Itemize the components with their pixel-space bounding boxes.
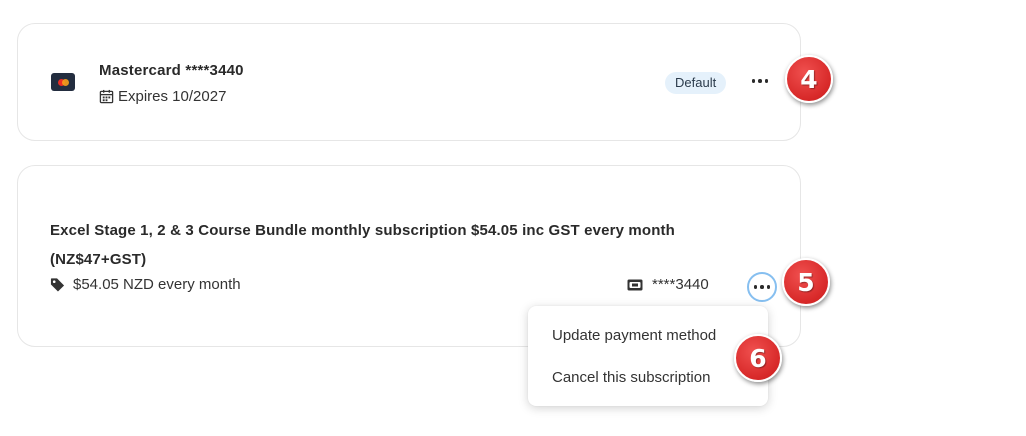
subscription-price: $54.05 NZD every month xyxy=(50,276,241,293)
subscription-title: Excel Stage 1, 2 & 3 Course Bundle month… xyxy=(50,222,675,268)
credit-card-icon xyxy=(627,279,643,290)
more-horizontal-icon xyxy=(751,79,756,83)
tag-icon xyxy=(50,278,65,292)
default-badge: Default xyxy=(665,72,727,94)
expiry-text: Expires 10/2027 xyxy=(118,88,227,105)
menu-item-update-payment-method[interactable]: Update payment method xyxy=(552,327,716,344)
payment-method-more-button[interactable] xyxy=(746,67,774,95)
step-marker-6: 6 xyxy=(734,334,782,382)
calendar-icon xyxy=(99,89,114,104)
step-marker-4: 4 xyxy=(785,55,833,103)
payment-method-card: Mastercard ****3440 Expires 10/2027 Defa… xyxy=(17,23,801,141)
step-marker-5: 5 xyxy=(782,258,830,306)
mastercard-logo-icon xyxy=(51,73,75,91)
menu-item-cancel-subscription[interactable]: Cancel this subscription xyxy=(552,369,710,386)
subscription-actions-menu: Update payment method Cancel this subscr… xyxy=(528,306,768,406)
payment-method-expiry: Expires 10/2027 xyxy=(99,88,226,105)
card-number-text: ****3440 xyxy=(652,276,709,293)
payment-method-title: Mastercard ****3440 xyxy=(99,62,244,79)
subscription-more-button[interactable] xyxy=(747,272,777,302)
price-text: $54.05 NZD every month xyxy=(73,276,241,293)
more-horizontal-icon xyxy=(753,285,758,289)
subscription-payment-card: ****3440 xyxy=(627,276,709,293)
